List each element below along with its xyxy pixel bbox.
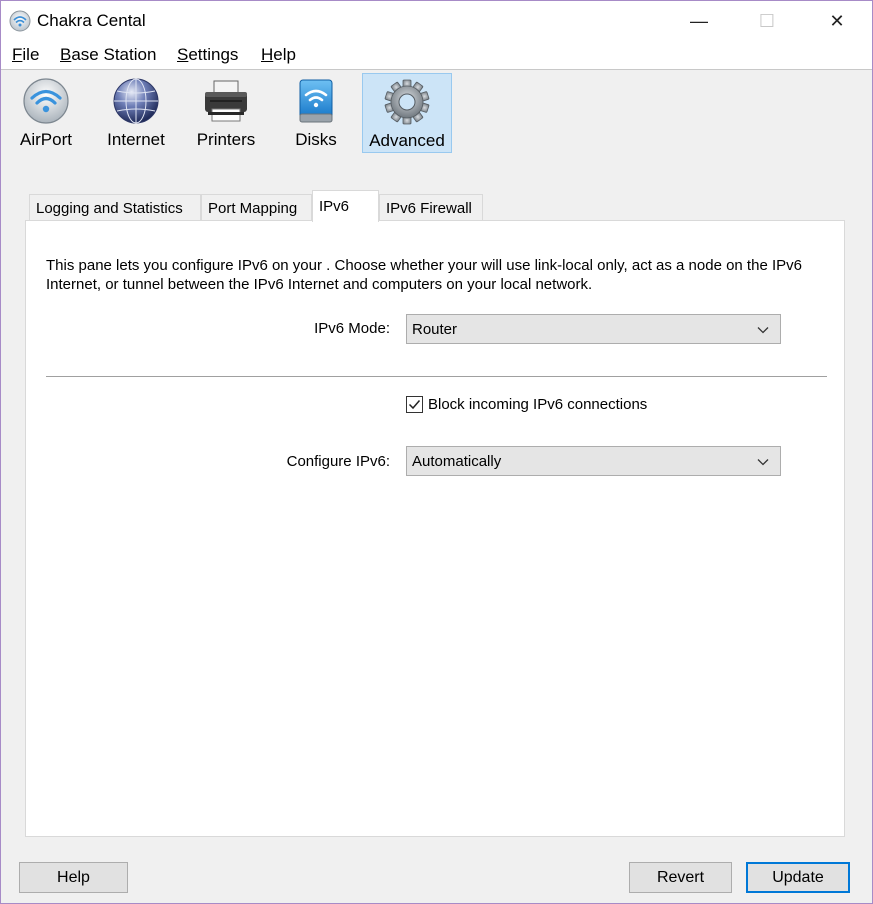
menu-settings[interactable]: Settings [177, 45, 238, 65]
printer-icon [205, 80, 247, 122]
close-button[interactable]: ✕ [814, 1, 860, 41]
revert-button[interactable]: Revert [629, 862, 732, 893]
gear-icon [384, 79, 430, 125]
menu-help[interactable]: Help [261, 45, 296, 65]
ipv6-mode-label: IPv6 Mode: [314, 320, 390, 337]
menu-file[interactable]: File [12, 45, 39, 65]
tab-ipv6-firewall[interactable]: IPv6 Firewall [379, 194, 483, 221]
ipv6-mode-value: Router [412, 320, 458, 338]
update-button[interactable]: Update [746, 862, 850, 893]
toolbar-label: Disks [295, 130, 337, 149]
tab-logging-and-statistics[interactable]: Logging and Statistics [29, 194, 201, 221]
chevron-down-icon [757, 459, 769, 466]
maximize-icon: ☐ [758, 10, 776, 31]
toolbar: AirPort Internet Printers Disks Advanced [1, 70, 872, 158]
ipv6-mode-select[interactable]: Router [406, 314, 781, 344]
section-divider [46, 376, 827, 377]
configure-ipv6-select[interactable]: Automatically [406, 446, 781, 476]
toolbar-label: AirPort [20, 130, 72, 149]
ipv6-pane: This pane lets you configure IPv6 on you… [25, 220, 845, 837]
configure-ipv6-label: Configure IPv6: [286, 453, 390, 470]
minimize-button[interactable]: — [676, 1, 722, 41]
app-window: Chakra Cental — ☐ ✕ File Base Station Se… [0, 0, 873, 904]
configure-ipv6-value: Automatically [412, 452, 502, 470]
menu-base-station[interactable]: Base Station [60, 45, 156, 65]
toolbar-internet[interactable]: Internet [101, 73, 171, 151]
menu-bar: File Base Station Settings Help [1, 41, 872, 69]
toolbar-airport[interactable]: AirPort [13, 73, 79, 151]
app-wifi-icon [9, 10, 31, 32]
window-title: Chakra Cental [37, 11, 146, 30]
toolbar-label: Internet [107, 130, 165, 149]
airport-wifi-icon [23, 78, 69, 124]
toolbar-disks[interactable]: Disks [284, 73, 348, 151]
tab-port-mapping[interactable]: Port Mapping [201, 194, 312, 221]
globe-icon [113, 78, 159, 124]
title-bar: Chakra Cental — ☐ ✕ [1, 1, 872, 41]
help-button[interactable]: Help [19, 862, 128, 893]
close-icon: ✕ [829, 10, 845, 31]
checkmark-icon [408, 400, 421, 410]
block-incoming-label: Block incoming IPv6 connections [428, 396, 648, 413]
maximize-button[interactable]: ☐ [744, 1, 790, 41]
tab-ipv6[interactable]: IPv6 [312, 190, 379, 222]
minimize-icon: — [690, 10, 708, 31]
toolbar-label: Advanced [369, 131, 445, 150]
chevron-down-icon [757, 327, 769, 334]
toolbar-label: Printers [196, 130, 256, 149]
block-incoming-row[interactable]: Block incoming IPv6 connections [406, 396, 647, 413]
toolbar-advanced[interactable]: Advanced [362, 73, 452, 153]
pane-description: This pane lets you configure IPv6 on you… [46, 257, 802, 293]
toolbar-printers[interactable]: Printers [191, 73, 261, 151]
block-incoming-checkbox[interactable] [406, 396, 423, 413]
disk-icon [299, 79, 333, 123]
